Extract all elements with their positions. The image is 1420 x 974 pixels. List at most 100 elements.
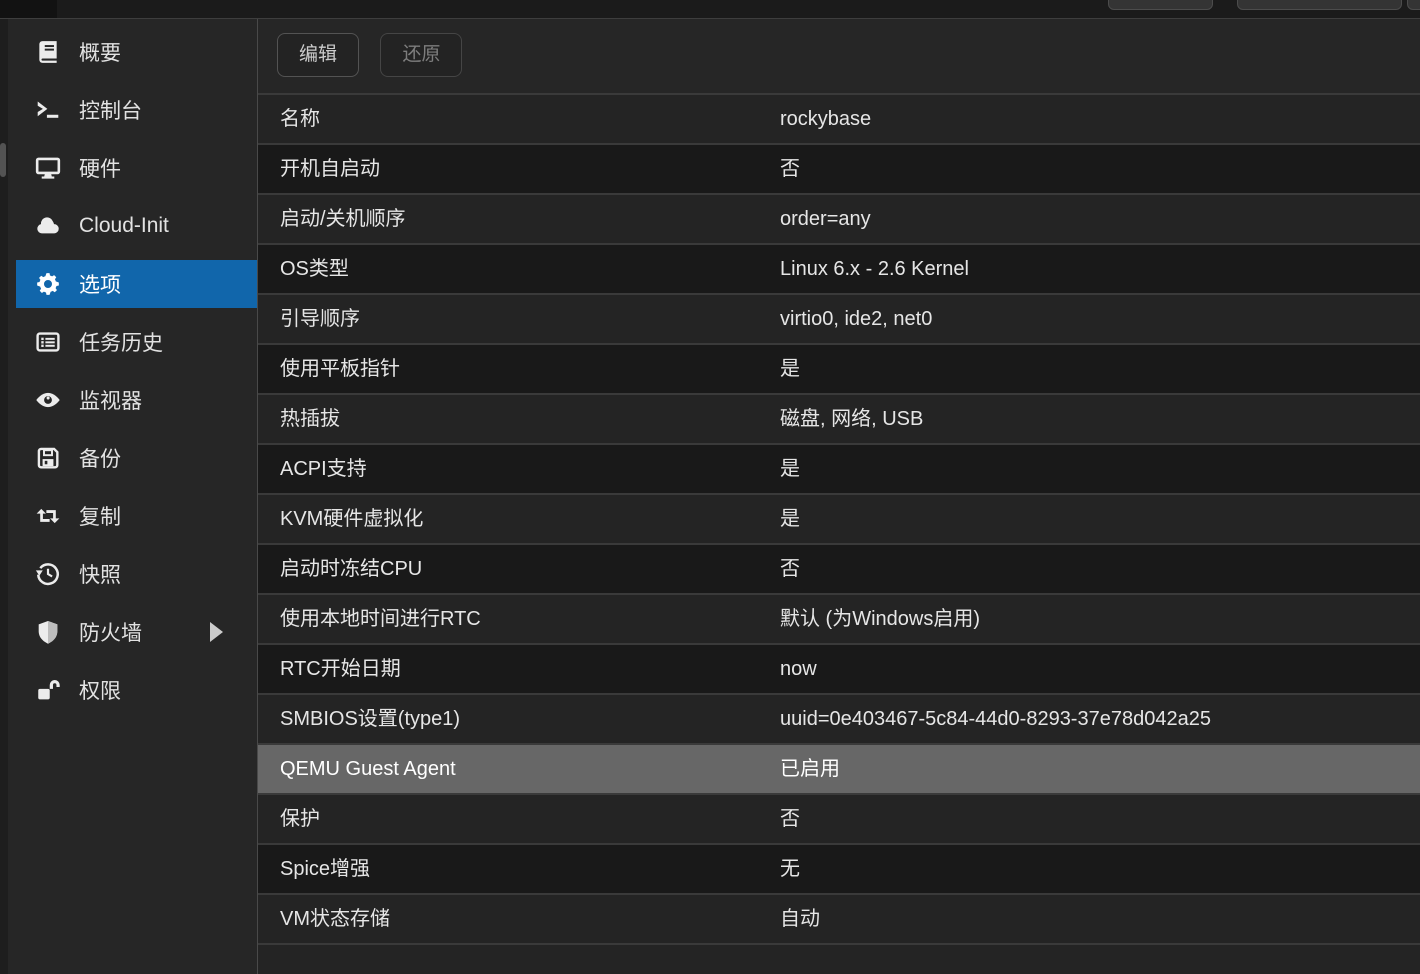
table-row-localtime-rtc[interactable]: 使用本地时间进行RTC 默认 (为Windows启用) [258, 595, 1420, 645]
top-partial-button-1[interactable] [1108, 0, 1213, 10]
row-value: 自动 [780, 895, 820, 943]
row-label: 启动时冻结CPU [280, 545, 422, 593]
eye-icon [33, 386, 63, 414]
sidebar-item-snapshots[interactable]: 快照 [16, 550, 257, 598]
sidebar-item-replication[interactable]: 复制 [16, 492, 257, 540]
table-row-acpi[interactable]: ACPI支持 是 [258, 445, 1420, 495]
revert-button[interactable]: 还原 [380, 33, 462, 77]
table-row-protection[interactable]: 保护 否 [258, 795, 1420, 845]
edit-button[interactable]: 编辑 [277, 33, 359, 77]
sidebar-item-label: Cloud-Init [79, 214, 169, 238]
table-row-qemu-agent[interactable]: QEMU Guest Agent 已启用 [258, 745, 1420, 795]
sidebar-item-task-history[interactable]: 任务历史 [16, 318, 257, 366]
terminal-icon [33, 96, 63, 124]
sidebar-item-label: 复制 [79, 501, 121, 531]
sidebar-item-options[interactable]: 选项 [16, 260, 257, 308]
sidebar-item-backup[interactable]: 备份 [16, 434, 257, 482]
table-row-kvm[interactable]: KVM硬件虚拟化 是 [258, 495, 1420, 545]
sidebar-item-summary[interactable]: 概要 [16, 28, 257, 76]
sidebar-item-console[interactable]: 控制台 [16, 86, 257, 134]
sidebar-item-permissions[interactable]: 权限 [16, 666, 257, 714]
row-label: OS类型 [280, 245, 349, 293]
row-label: 名称 [280, 95, 320, 143]
row-value: 是 [780, 445, 800, 493]
vm-options-page: 概要 控制台 硬件 Cloud-Init 选项 [0, 0, 1420, 974]
row-value: 已启用 [780, 745, 840, 793]
sidebar-item-label: 选项 [79, 269, 121, 299]
gear-icon [33, 270, 63, 298]
table-row-freeze-cpu[interactable]: 启动时冻结CPU 否 [258, 545, 1420, 595]
list-icon [33, 328, 63, 356]
row-value: 是 [780, 345, 800, 393]
table-row-tablet[interactable]: 使用平板指针 是 [258, 345, 1420, 395]
row-label: SMBIOS设置(type1) [280, 695, 460, 743]
row-value: 否 [780, 545, 800, 593]
top-toolbar-corner [0, 0, 57, 18]
options-toolbar: 编辑 还原 [258, 19, 1420, 95]
row-value: order=any [780, 195, 871, 243]
sidebar-item-label: 防火墙 [79, 617, 142, 647]
sidebar-item-label: 快照 [79, 559, 121, 589]
row-label: 启动/关机顺序 [280, 195, 406, 243]
row-value: rockybase [780, 95, 871, 143]
desktop-icon [33, 154, 63, 182]
history-icon [33, 560, 63, 588]
row-value: 否 [780, 795, 800, 843]
top-partial-button-2[interactable] [1237, 0, 1402, 10]
sidebar-item-label: 任务历史 [79, 327, 163, 357]
floppy-icon [33, 444, 63, 472]
table-row-boot-order[interactable]: 引导顺序 virtio0, ide2, net0 [258, 295, 1420, 345]
book-icon [33, 38, 63, 66]
row-value: 默认 (为Windows启用) [780, 595, 980, 643]
row-label: QEMU Guest Agent [280, 745, 456, 793]
row-value: virtio0, ide2, net0 [780, 295, 932, 343]
row-label: 使用平板指针 [280, 345, 400, 393]
row-label: RTC开始日期 [280, 645, 401, 693]
row-value: uuid=0e403467-5c84-44d0-8293-37e78d042a2… [780, 695, 1211, 743]
top-partial-button-3[interactable] [1407, 0, 1420, 10]
sidebar-item-firewall[interactable]: 防火墙 [16, 608, 257, 656]
scrollbar-thumb[interactable] [0, 143, 6, 177]
vm-sidebar-menu: 概要 控制台 硬件 Cloud-Init 选项 [8, 19, 257, 974]
row-label: VM状态存储 [280, 895, 390, 943]
row-value: 否 [780, 145, 800, 193]
retweet-icon [33, 502, 63, 530]
row-value: 无 [780, 845, 800, 893]
sidebar-item-label: 权限 [79, 675, 121, 705]
sidebar-item-label: 硬件 [79, 153, 121, 183]
row-label: 保护 [280, 795, 320, 843]
cloud-icon [33, 212, 63, 240]
sidebar-item-label: 监视器 [79, 385, 142, 415]
table-row-spice[interactable]: Spice增强 无 [258, 845, 1420, 895]
row-label: 引导顺序 [280, 295, 360, 343]
table-row-smbios[interactable]: SMBIOS设置(type1) uuid=0e403467-5c84-44d0-… [258, 695, 1420, 745]
table-row-onboot[interactable]: 开机自启动 否 [258, 145, 1420, 195]
sidebar-item-cloudinit[interactable]: Cloud-Init [16, 202, 257, 250]
tree-panel-edge [0, 19, 8, 974]
row-label: KVM硬件虚拟化 [280, 495, 423, 543]
sidebar-item-monitor[interactable]: 监视器 [16, 376, 257, 424]
table-row-hotplug[interactable]: 热插拔 磁盘, 网络, USB [258, 395, 1420, 445]
row-value: now [780, 645, 817, 693]
table-row-vmstate-storage[interactable]: VM状态存储 自动 [258, 895, 1420, 945]
top-toolbar-strip [0, 0, 1420, 19]
row-value: 磁盘, 网络, USB [780, 395, 923, 443]
table-row-startup-order[interactable]: 启动/关机顺序 order=any [258, 195, 1420, 245]
row-value: 是 [780, 495, 800, 543]
unlock-icon [33, 676, 63, 704]
table-row-rtc-start[interactable]: RTC开始日期 now [258, 645, 1420, 695]
options-grid: 名称 rockybase 开机自启动 否 启动/关机顺序 order=any O… [258, 95, 1420, 945]
row-value: Linux 6.x - 2.6 Kernel [780, 245, 969, 293]
table-row-ostype[interactable]: OS类型 Linux 6.x - 2.6 Kernel [258, 245, 1420, 295]
sidebar-item-hardware[interactable]: 硬件 [16, 144, 257, 192]
shield-icon [33, 618, 63, 646]
row-label: ACPI支持 [280, 445, 367, 493]
submenu-caret-icon[interactable] [210, 622, 223, 642]
table-row-name[interactable]: 名称 rockybase [258, 95, 1420, 145]
row-label: 热插拔 [280, 395, 340, 443]
row-label: 开机自启动 [280, 145, 380, 193]
sidebar-item-label: 备份 [79, 443, 121, 473]
sidebar-item-label: 概要 [79, 37, 121, 67]
row-label: 使用本地时间进行RTC [280, 595, 481, 643]
row-label: Spice增强 [280, 845, 370, 893]
